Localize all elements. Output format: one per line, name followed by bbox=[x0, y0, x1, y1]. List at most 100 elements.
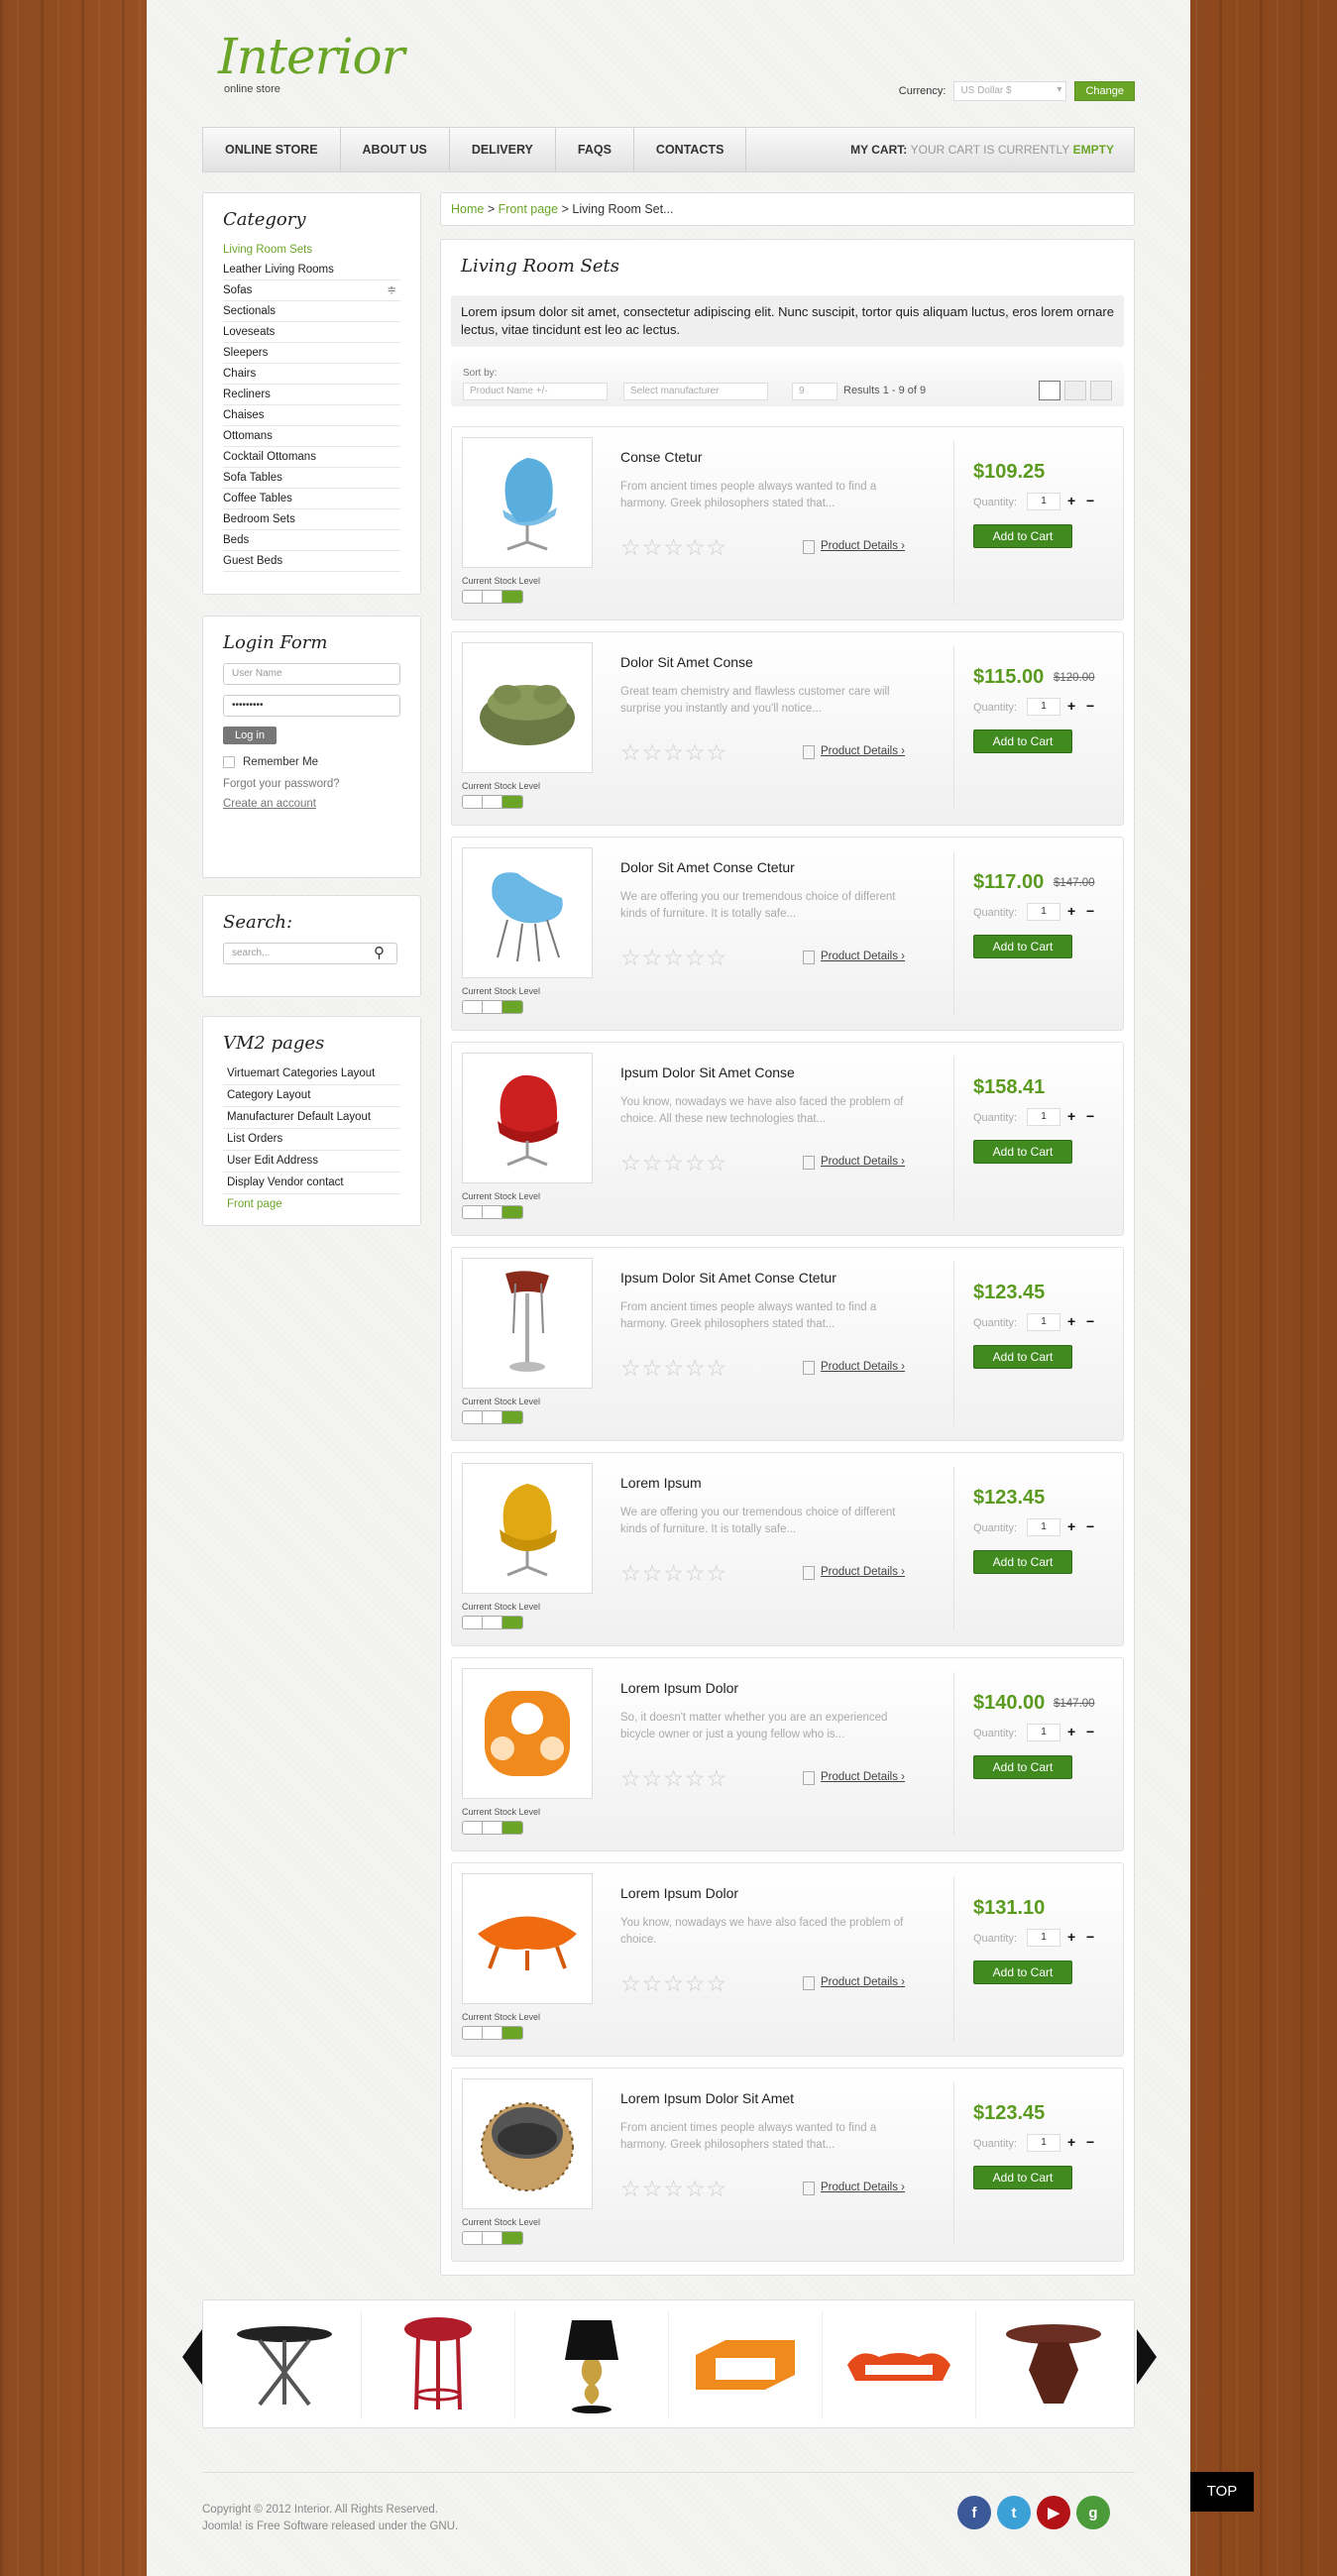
product-name[interactable]: Dolor Sit Amet Conse Ctetur bbox=[620, 859, 795, 875]
carousel-item[interactable] bbox=[208, 2310, 362, 2419]
quantity-plus-button[interactable]: + bbox=[1067, 1108, 1075, 1124]
product-name[interactable]: Lorem Ipsum Dolor Sit Amet bbox=[620, 2090, 794, 2106]
product-image[interactable] bbox=[462, 1668, 593, 1799]
vm2-page-link[interactable]: User Edit Address bbox=[223, 1151, 400, 1173]
vm2-page-link[interactable]: Display Vendor contact bbox=[223, 1173, 400, 1194]
product-name[interactable]: Lorem Ipsum Dolor bbox=[620, 1885, 738, 1901]
nav-item-about-us[interactable]: About Us bbox=[341, 128, 450, 171]
quantity-input[interactable]: 1 bbox=[1027, 1929, 1060, 1947]
product-image[interactable] bbox=[462, 1873, 593, 2004]
carousel-item[interactable] bbox=[669, 2310, 823, 2419]
product-name[interactable]: Ipsum Dolor Sit Amet Conse Ctetur bbox=[620, 1270, 836, 1286]
quantity-minus-button[interactable]: − bbox=[1086, 1108, 1094, 1124]
category-item[interactable]: Recliners bbox=[223, 385, 400, 405]
carousel-next-arrow[interactable] bbox=[1137, 2329, 1157, 2385]
quantity-plus-button[interactable]: + bbox=[1067, 903, 1075, 919]
add-to-cart-button[interactable]: Add to Cart bbox=[973, 1550, 1072, 1574]
category-item[interactable]: Coffee Tables bbox=[223, 489, 400, 509]
quantity-input[interactable]: 1 bbox=[1027, 1518, 1060, 1536]
add-to-cart-button[interactable]: Add to Cart bbox=[973, 935, 1072, 958]
quantity-input[interactable]: 1 bbox=[1027, 1313, 1060, 1331]
quantity-input[interactable]: 1 bbox=[1027, 698, 1060, 716]
product-image[interactable] bbox=[462, 1463, 593, 1594]
search-icon[interactable]: ⚲ bbox=[374, 944, 385, 961]
search-input[interactable]: search... bbox=[223, 943, 397, 964]
quantity-plus-button[interactable]: + bbox=[1067, 1313, 1075, 1329]
category-item[interactable]: Beds bbox=[223, 530, 400, 551]
category-item[interactable]: Loveseats bbox=[223, 322, 400, 343]
password-field[interactable]: ••••••••• bbox=[223, 695, 400, 717]
category-item[interactable]: Sectionals bbox=[223, 301, 400, 322]
nav-item-online-store[interactable]: Online Store bbox=[203, 128, 341, 171]
vm2-page-link[interactable]: List Orders bbox=[223, 1129, 400, 1151]
quantity-minus-button[interactable]: − bbox=[1086, 1518, 1094, 1534]
quantity-plus-button[interactable]: + bbox=[1067, 698, 1075, 714]
quantity-input[interactable]: 1 bbox=[1027, 1724, 1060, 1741]
change-currency-button[interactable]: Change bbox=[1074, 81, 1135, 101]
breadcrumb-home[interactable]: Home bbox=[451, 202, 484, 216]
category-item[interactable]: Cocktail Ottomans bbox=[223, 447, 400, 468]
product-image[interactable] bbox=[462, 642, 593, 773]
google-icon[interactable]: g bbox=[1076, 2496, 1110, 2529]
login-button[interactable]: Log in bbox=[223, 727, 277, 744]
product-details-link[interactable]: Product Details › bbox=[821, 1156, 905, 1168]
back-to-top-button[interactable]: TOP bbox=[1190, 2472, 1254, 2512]
product-image[interactable] bbox=[462, 1258, 593, 1389]
product-name[interactable]: Lorem Ipsum Dolor bbox=[620, 1680, 738, 1696]
product-image[interactable] bbox=[462, 1053, 593, 1183]
vm2-page-link[interactable]: Front page bbox=[223, 1194, 400, 1215]
carousel-item[interactable] bbox=[362, 2310, 515, 2419]
category-item[interactable]: Guest Beds bbox=[223, 551, 400, 572]
twitter-icon[interactable]: t bbox=[997, 2496, 1031, 2529]
product-name[interactable]: Dolor Sit Amet Conse bbox=[620, 654, 753, 670]
sort-select[interactable]: Product Name +/- bbox=[463, 383, 608, 400]
quantity-minus-button[interactable]: − bbox=[1086, 1724, 1094, 1739]
per-page-select[interactable]: 9 bbox=[792, 383, 837, 400]
vm2-page-link[interactable]: Virtuemart Categories Layout bbox=[223, 1064, 400, 1085]
product-name[interactable]: Lorem Ipsum bbox=[620, 1475, 702, 1491]
quantity-minus-button[interactable]: − bbox=[1086, 2134, 1094, 2150]
category-item[interactable]: Chairs bbox=[223, 364, 400, 385]
product-details-link[interactable]: Product Details › bbox=[821, 1566, 905, 1578]
quantity-plus-button[interactable]: + bbox=[1067, 1518, 1075, 1534]
carousel-item[interactable] bbox=[515, 2310, 669, 2419]
product-details-link[interactable]: Product Details › bbox=[821, 540, 905, 552]
site-logo[interactable]: Interior bbox=[218, 28, 405, 85]
add-to-cart-button[interactable]: Add to Cart bbox=[973, 1755, 1072, 1779]
carousel-prev-arrow[interactable] bbox=[182, 2329, 202, 2385]
product-image[interactable] bbox=[462, 847, 593, 978]
category-item[interactable]: Sofa Tables bbox=[223, 468, 400, 489]
quantity-plus-button[interactable]: + bbox=[1067, 1929, 1075, 1945]
product-details-link[interactable]: Product Details › bbox=[821, 1771, 905, 1783]
category-item[interactable]: Living Room Sets bbox=[223, 240, 400, 260]
quantity-minus-button[interactable]: − bbox=[1086, 1313, 1094, 1329]
quantity-input[interactable]: 1 bbox=[1027, 1108, 1060, 1126]
nav-item-contacts[interactable]: Contacts bbox=[634, 128, 747, 171]
quantity-minus-button[interactable]: − bbox=[1086, 1929, 1094, 1945]
quantity-plus-button[interactable]: + bbox=[1067, 1724, 1075, 1739]
list-view-icon[interactable] bbox=[1039, 381, 1060, 400]
carousel-item[interactable] bbox=[976, 2310, 1130, 2419]
add-to-cart-button[interactable]: Add to Cart bbox=[973, 524, 1072, 548]
add-to-cart-button[interactable]: Add to Cart bbox=[973, 1140, 1072, 1164]
category-item[interactable]: Leather Living Rooms bbox=[223, 260, 400, 280]
quantity-plus-button[interactable]: + bbox=[1067, 493, 1075, 508]
add-to-cart-button[interactable]: Add to Cart bbox=[973, 1960, 1072, 1984]
quantity-minus-button[interactable]: − bbox=[1086, 903, 1094, 919]
forgot-password-link[interactable]: Forgot your password? bbox=[223, 778, 400, 790]
nav-item-faqs[interactable]: FAQs bbox=[556, 128, 634, 171]
mini-cart[interactable]: MY CART: YOUR CART IS CURRENTLY EMPTY bbox=[850, 143, 1134, 157]
compact-grid-view-icon[interactable] bbox=[1090, 381, 1112, 400]
youtube-icon[interactable]: ▶ bbox=[1037, 2496, 1070, 2529]
product-name[interactable]: Conse Ctetur bbox=[620, 449, 702, 465]
category-item[interactable]: Chaises bbox=[223, 405, 400, 426]
product-details-link[interactable]: Product Details › bbox=[821, 1361, 905, 1373]
currency-select[interactable]: US Dollar $ bbox=[953, 81, 1067, 101]
add-to-cart-button[interactable]: Add to Cart bbox=[973, 729, 1072, 753]
vm2-page-link[interactable]: Category Layout bbox=[223, 1085, 400, 1107]
product-details-link[interactable]: Product Details › bbox=[821, 2182, 905, 2193]
quantity-input[interactable]: 1 bbox=[1027, 2134, 1060, 2152]
carousel-item[interactable] bbox=[823, 2310, 976, 2419]
quantity-input[interactable]: 1 bbox=[1027, 493, 1060, 510]
quantity-plus-button[interactable]: + bbox=[1067, 2134, 1075, 2150]
